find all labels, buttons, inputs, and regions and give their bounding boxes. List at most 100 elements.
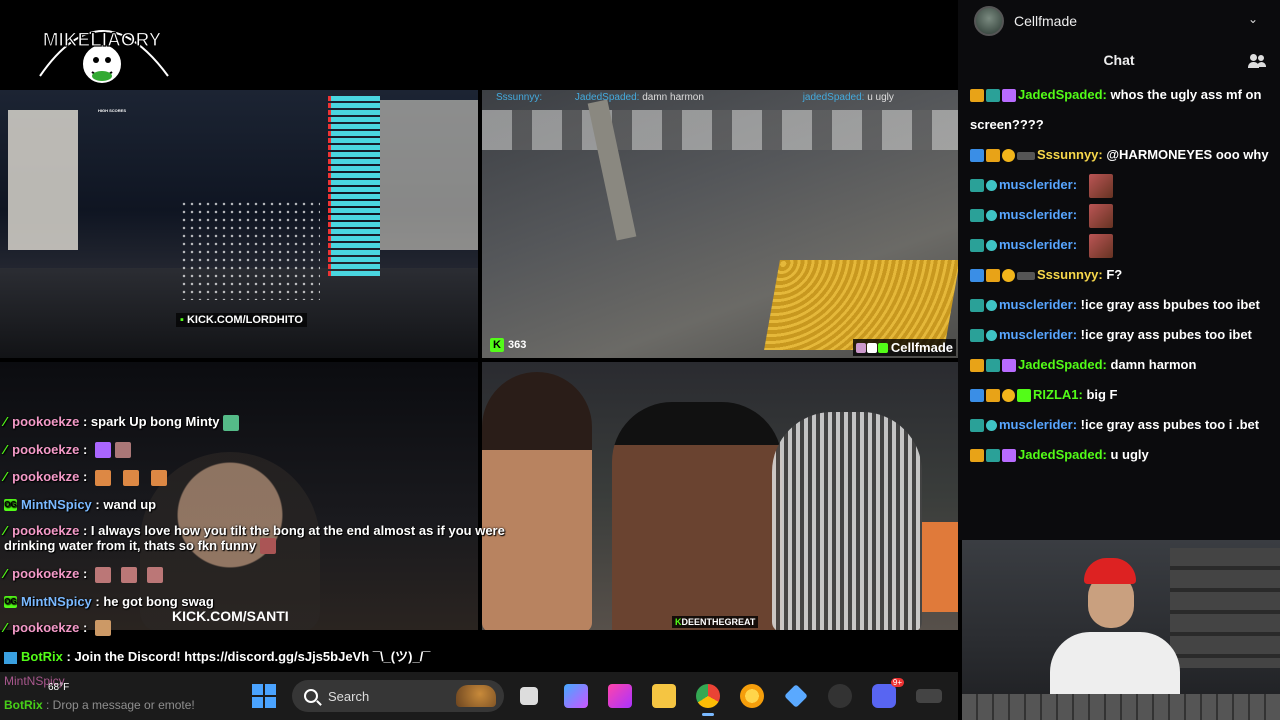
teal-badge-icon	[986, 420, 997, 432]
teal-badge-icon	[986, 210, 997, 222]
weather-temperature[interactable]: 68°F	[48, 682, 69, 693]
building	[380, 100, 478, 250]
botrix-message: BotRix : Join the Discord! https://disco…	[4, 646, 430, 665]
emote-icon	[146, 566, 163, 583]
app-diamond-icon[interactable]	[784, 684, 808, 708]
keyboard	[962, 694, 1280, 720]
coin-badge-icon	[1002, 149, 1015, 163]
person-center	[612, 402, 782, 630]
gift-badge-icon	[1002, 449, 1016, 463]
overlay-chat-line: OG MintNSpicy : wand up	[4, 496, 157, 512]
vip-badge-icon	[970, 179, 984, 193]
plinko-board	[180, 200, 320, 300]
chat-username[interactable]: musclerider:	[999, 297, 1077, 312]
chat-message: musclerider:	[970, 170, 1274, 200]
chat-message: JadedSpaded: damn harmon	[970, 350, 1274, 380]
copilot-icon[interactable]	[564, 684, 588, 708]
svg-text:MIKELIAORY: MIKELIAORY	[43, 30, 162, 51]
crown-badge-icon	[970, 449, 984, 463]
emote-icon	[94, 469, 111, 486]
deenthegreat-tag: KDEENTHEGREAT	[672, 616, 759, 628]
crown-badge-icon	[970, 89, 984, 103]
overlay-chat-line: ⁄ pookoekze :	[4, 442, 534, 459]
emote-icon	[1089, 203, 1114, 228]
teal-badge-icon	[986, 180, 997, 192]
overlay-chat-line: OG MintNSpicy : he got bong swag	[4, 593, 214, 609]
chat-username[interactable]: musclerider:	[999, 417, 1077, 432]
chat-message: JadedSpaded: whos the ugly ass mf on scr…	[970, 80, 1274, 140]
search-highlight-icon	[456, 685, 496, 707]
chat-text: u ugly	[1106, 447, 1149, 462]
app-rect-icon[interactable]	[916, 689, 942, 703]
chat-username[interactable]: musclerider:	[999, 327, 1077, 342]
gift-badge-icon	[1002, 359, 1016, 373]
crown-badge-icon	[986, 269, 1000, 283]
ghost-chat-line: BotRix : Drop a message or emote!	[4, 698, 195, 712]
overlay-chat-line: ⁄ pookoekze : I always love how you tilt …	[4, 522, 505, 555]
chat-text: damn harmon	[1106, 357, 1197, 372]
chat-text: big F	[1082, 387, 1118, 402]
windows-taskbar: MintNSpicy 68°F BotRix : Drop a message …	[0, 672, 958, 720]
vip-badge-icon	[970, 419, 984, 433]
overlay-chat-line: ⁄ pookoekze :	[4, 620, 534, 637]
stream-chat-overlay: Sssunnyy: JadedSpaded: damn harmon jaded…	[496, 92, 894, 103]
vip-badge-icon	[970, 239, 984, 253]
emote-icon	[94, 442, 111, 459]
crown-badge-icon	[986, 149, 1000, 163]
taskbar-search[interactable]: Search	[292, 680, 504, 712]
channel-header[interactable]: Cellfmade ⌄	[958, 0, 1280, 42]
blue-badge-icon	[970, 269, 984, 283]
chat-message: RIZLA1: big F	[970, 380, 1274, 410]
room-stream-tile: KDEENTHEGREAT	[482, 362, 958, 630]
chat-username[interactable]: musclerider:	[999, 177, 1077, 192]
channel-name: Cellfmade	[1014, 13, 1078, 29]
chat-text: @HARMONEYES ooo why	[1102, 147, 1269, 162]
start-button[interactable]	[252, 684, 276, 708]
paint-icon[interactable]	[608, 684, 632, 708]
building	[8, 110, 78, 250]
shoe-shelf	[1170, 548, 1280, 668]
sun-app-icon[interactable]	[740, 684, 764, 708]
kick-icon: K	[490, 338, 504, 352]
chat-message: Sssunnyy: F?	[970, 260, 1274, 290]
dark-badge-icon	[1017, 271, 1035, 280]
chat-message: musclerider: !ice gray ass bpubes too ib…	[970, 290, 1274, 320]
crosswalk	[482, 110, 958, 150]
emote-icon	[122, 469, 139, 486]
tactile-paving	[764, 260, 958, 350]
chat-username[interactable]: JadedSpaded:	[1018, 87, 1107, 102]
orange-pillow	[922, 522, 958, 612]
chat-username[interactable]: JadedSpaded:	[1018, 447, 1107, 462]
file-explorer-icon[interactable]	[652, 684, 676, 708]
streamer-tag: Cellfmade	[852, 339, 956, 356]
chrome-icon[interactable]	[696, 684, 720, 716]
crown-badge-icon	[986, 389, 1000, 403]
viewer-count: K 363	[490, 338, 526, 352]
chat-username[interactable]: JadedSpaded:	[1018, 357, 1107, 372]
chat-title: Chat	[1103, 52, 1135, 68]
vip-badge-icon	[970, 329, 984, 343]
chat-username[interactable]: Sssunnyy:	[1037, 267, 1103, 282]
gta-stream-tile: HIGH SCORES ▪ KICK.COM/LORDHITO	[0, 90, 478, 358]
avatar	[974, 6, 1004, 36]
chat-message: musclerider:	[970, 200, 1274, 230]
overlay-chat-line: ⁄ pookoekze : spark Up bong Minty	[4, 414, 534, 431]
chevron-down-icon[interactable]: ⌄	[1248, 12, 1258, 26]
obs-icon[interactable]	[828, 684, 852, 708]
chat-username[interactable]: musclerider:	[999, 207, 1077, 222]
chat-username[interactable]: Sssunnyy:	[1037, 147, 1103, 162]
chat-messages: JadedSpaded: whos the ugly ass mf on scr…	[970, 80, 1274, 540]
search-placeholder: Search	[328, 688, 370, 704]
chat-message: musclerider: !ice gray ass pubes too i .…	[970, 410, 1274, 440]
coin-badge-icon	[1002, 389, 1015, 403]
high-scores-board: HIGH SCORES	[98, 108, 208, 183]
webcam-feed	[962, 540, 1280, 720]
chat-panel: Cellfmade ⌄ Chat JadedSpaded: whos the u…	[958, 0, 1280, 540]
stream-screen: MIKELIAORY HIGH SCORES ▪ KICK.COM/LORDHI…	[0, 0, 1280, 720]
chat-username[interactable]: RIZLA1:	[1033, 387, 1083, 402]
task-view-icon[interactable]	[520, 687, 538, 705]
emote-icon	[1089, 233, 1114, 258]
discord-icon[interactable]: 9+	[872, 678, 904, 708]
chat-username[interactable]: musclerider:	[999, 237, 1077, 252]
users-icon[interactable]	[1248, 54, 1266, 68]
